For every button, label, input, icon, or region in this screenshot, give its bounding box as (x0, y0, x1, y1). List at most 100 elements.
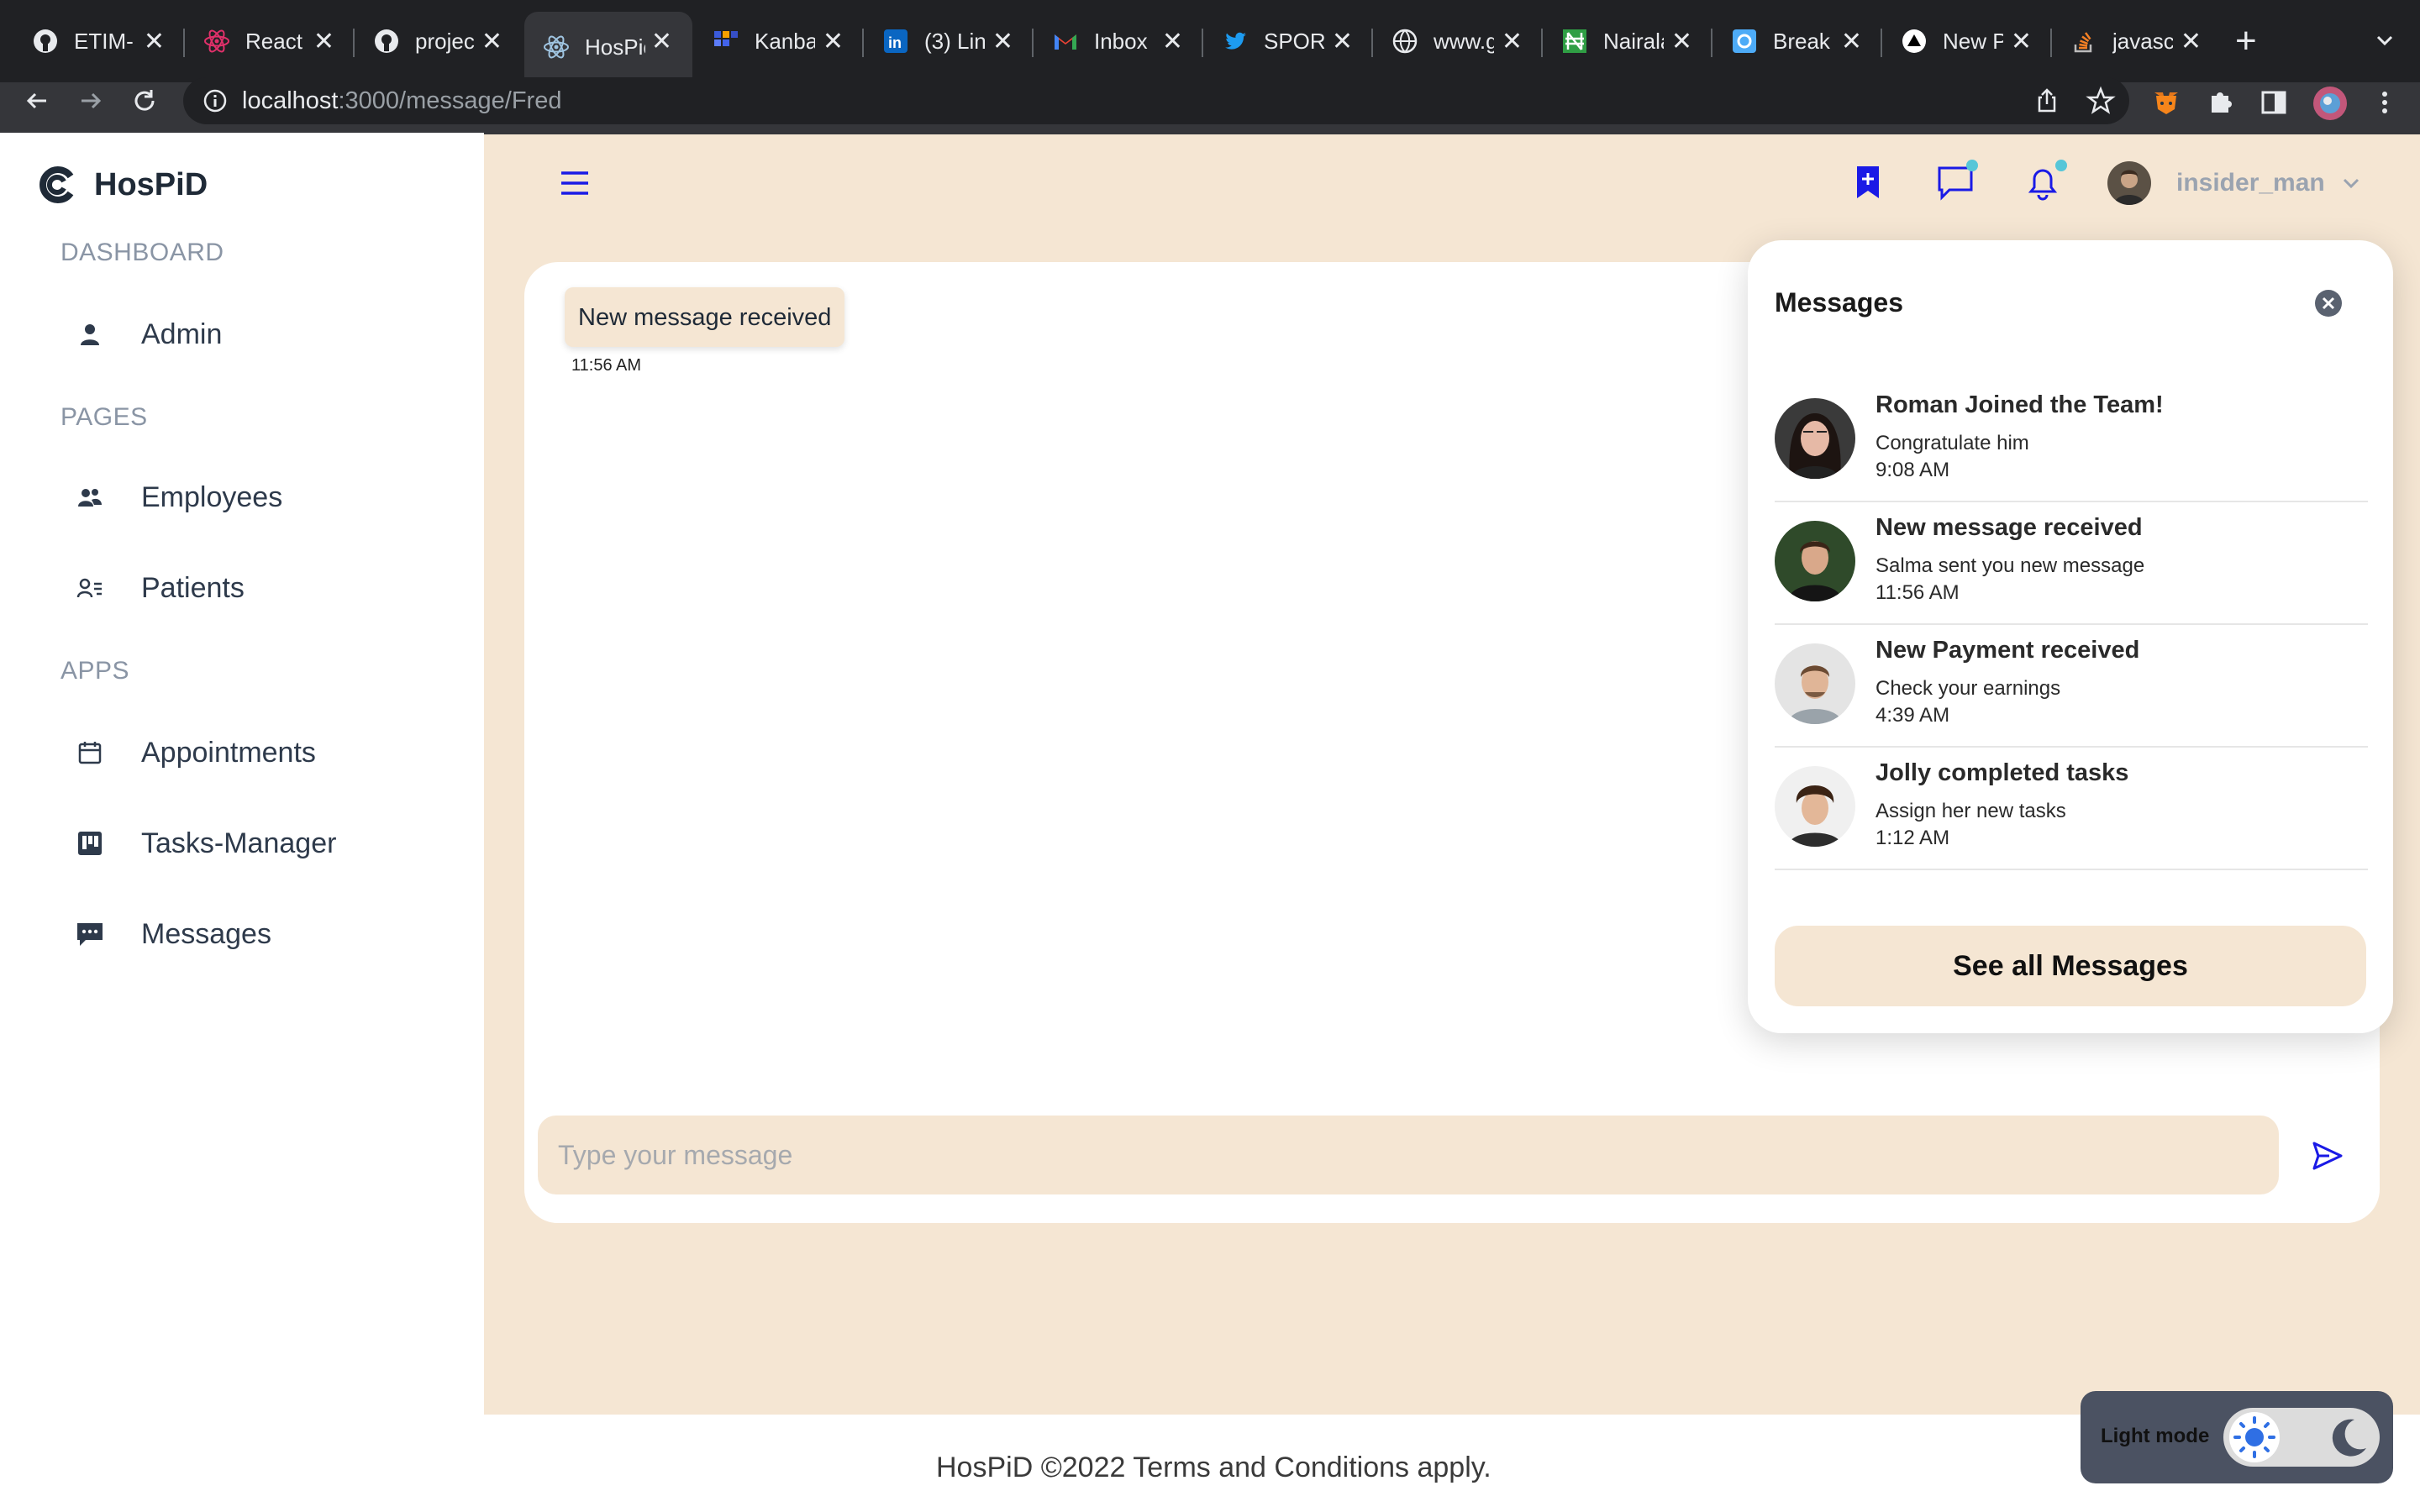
browser-tab-title: Nairala (1603, 28, 1664, 54)
message-list-item[interactable]: Jolly completed tasks Assign her new tas… (1775, 748, 2368, 870)
user-menu[interactable]: insider_man (2107, 161, 2362, 205)
browser-tab[interactable]: Nairala ✕ (1543, 12, 1712, 71)
close-tab-icon[interactable]: ✕ (651, 27, 672, 56)
message-list-item[interactable]: New Payment received Check your earnings… (1775, 625, 2368, 748)
close-tab-icon[interactable]: ✕ (1162, 27, 1183, 56)
see-all-messages-button[interactable]: See all Messages (1775, 926, 2366, 1006)
browser-tab[interactable]: projec ✕ (355, 12, 523, 71)
message-time: 9:08 AM (1876, 459, 1950, 481)
close-tab-icon[interactable]: ✕ (2181, 27, 2202, 56)
share-icon[interactable] (2032, 86, 2062, 116)
browser-tab-active[interactable]: HosPic ✕ (524, 12, 692, 82)
browser-tab[interactable]: SPORT ✕ (1203, 12, 1373, 71)
message-title: Roman Joined the Team! (1876, 391, 2164, 418)
react-icon (203, 28, 230, 55)
close-tab-icon[interactable]: ✕ (823, 27, 844, 56)
brand-name: HosPiD (94, 166, 208, 202)
github-icon (373, 28, 400, 55)
browser-tab-title: Break (1773, 28, 1830, 54)
svg-text:in: in (888, 34, 902, 51)
bookmark-star-icon[interactable] (2086, 86, 2116, 116)
close-tab-icon[interactable]: ✕ (1841, 27, 1862, 56)
close-icon[interactable] (2314, 289, 2343, 318)
new-tab-button[interactable]: + (2235, 20, 2257, 62)
linkedin-icon: in (882, 28, 909, 55)
send-icon[interactable] (2311, 1139, 2344, 1173)
message-time: 4:39 AM (1876, 704, 1950, 727)
message-subtitle: Assign her new tasks (1876, 800, 2066, 822)
sidebar-item-label: Patients (141, 571, 245, 604)
menu-hamburger-icon[interactable] (558, 166, 592, 200)
section-title-pages: PAGES (60, 403, 148, 431)
message-time: 11:56 AM (571, 356, 642, 375)
theme-mode-label: Light mode (2101, 1425, 2210, 1447)
message-list-item[interactable]: New message received Salma sent you new … (1775, 502, 2368, 625)
browser-tab-title: HosPic (585, 34, 645, 60)
stackoverflow-icon (2070, 28, 2097, 55)
side-panel-icon[interactable] (2259, 87, 2289, 118)
extensions-puzzle-icon[interactable] (2205, 87, 2235, 118)
kanban-icon (713, 28, 739, 55)
gmail-icon (1052, 28, 1079, 55)
theme-switch[interactable] (2223, 1408, 2380, 1467)
avatar (1775, 766, 1855, 847)
tab-search-chevron-icon[interactable] (2370, 25, 2400, 55)
close-tab-icon[interactable]: ✕ (2011, 27, 2032, 56)
browser-tab[interactable]: Break ✕ (1712, 12, 1882, 71)
browser-tab[interactable]: New P ✕ (1882, 12, 2052, 71)
sidebar-item-patients[interactable]: Patients (76, 563, 245, 613)
sidebar-item-messages[interactable]: Messages (76, 909, 271, 959)
browser-tab[interactable]: javasc ✕ (2052, 12, 2222, 71)
sidebar-item-employees[interactable]: Employees (76, 472, 282, 522)
site-info-icon[interactable] (202, 87, 229, 114)
close-tab-icon[interactable]: ✕ (144, 27, 165, 56)
browser-tab[interactable]: ETIM-I ✕ (0, 12, 185, 71)
close-tab-icon[interactable]: ✕ (313, 27, 334, 56)
message-time: 11:56 AM (1876, 581, 1960, 604)
browser-tab[interactable]: Kanba ✕ (694, 12, 864, 71)
metamask-extension-icon[interactable] (2151, 87, 2181, 118)
message-title: New Payment received (1876, 637, 2140, 664)
browser-tab[interactable]: www.g ✕ (1373, 12, 1543, 71)
browser-tab-title: (3) Lin (924, 28, 985, 54)
url-text: localhost:3000/message/Fred (242, 87, 561, 115)
address-bar[interactable]: localhost:3000/message/Fred (183, 77, 2129, 124)
sidebar-item-tasks-manager[interactable]: Tasks-Manager (76, 818, 336, 869)
github-icon (32, 28, 59, 55)
sidebar-item-label: Admin (141, 318, 223, 350)
profile-avatar-icon[interactable] (2312, 86, 2348, 121)
browser-tab-title: ETIM-I (74, 28, 134, 54)
close-tab-icon[interactable]: ✕ (992, 27, 1013, 56)
browser-tab[interactable]: in (3) Lin ✕ (864, 12, 1034, 71)
back-arrow-icon[interactable] (18, 82, 55, 119)
brand[interactable]: HosPiD (37, 165, 208, 205)
section-title-dashboard: DASHBOARD (60, 239, 224, 266)
nairaland-icon (1561, 28, 1588, 55)
sun-icon (2228, 1411, 2281, 1463)
browser-tab-title: projec (415, 28, 475, 54)
react-icon (543, 34, 570, 60)
close-tab-icon[interactable]: ✕ (481, 27, 502, 56)
message-title: New message received (1876, 514, 2143, 541)
close-tab-icon[interactable]: ✕ (1671, 27, 1692, 56)
browser-tab-title: SPORT (1264, 28, 1324, 54)
chevron-down-icon (2340, 172, 2362, 194)
sidebar-item-appointments[interactable]: Appointments (76, 727, 316, 778)
globe-icon (1392, 28, 1418, 55)
message-subtitle: Check your earnings (1876, 677, 2061, 700)
reload-icon[interactable] (126, 82, 163, 119)
vercel-icon (1901, 28, 1928, 55)
close-tab-icon[interactable]: ✕ (1332, 27, 1353, 56)
browser-tab[interactable]: React ✕ (185, 12, 355, 71)
browser-tab[interactable]: Inbox ( ✕ (1034, 12, 1203, 71)
message-subtitle: Salma sent you new message (1876, 554, 2145, 577)
message-list-item[interactable]: Roman Joined the Team! Congratulate him … (1775, 380, 2368, 502)
forward-arrow-icon[interactable] (72, 82, 109, 119)
bookmark-add-icon[interactable] (1849, 163, 1887, 202)
message-input[interactable] (538, 1116, 2279, 1194)
sidebar-item-label: Employees (141, 480, 283, 513)
footer-text: HosPiD ©2022 Terms and Conditions apply. (936, 1452, 1491, 1483)
close-tab-icon[interactable]: ✕ (1502, 27, 1523, 56)
browser-menu-icon[interactable] (2370, 87, 2400, 118)
sidebar-item-admin[interactable]: Admin (76, 309, 222, 360)
